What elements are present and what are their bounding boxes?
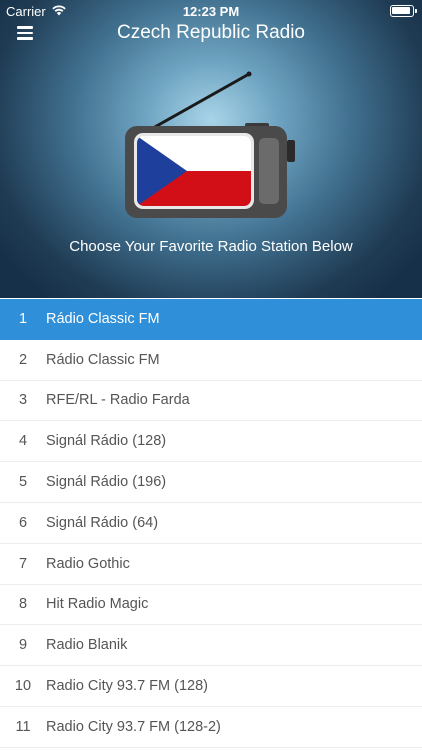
station-row[interactable]: 5 Signál Rádio (196) [0,462,422,503]
station-row[interactable]: 1 Rádio Classic FM [0,299,422,340]
station-number: 7 [18,555,28,572]
station-name: Radio Gothic [46,555,130,572]
station-list: 1 Rádio Classic FM 2 Rádio Classic FM 3 RFE/R… [0,299,422,748]
station-name: Signál Rádio (196) [46,474,167,491]
app-title: Czech Republic Radio [117,22,305,43]
battery-icon [390,5,417,17]
station-number: 4 [18,433,28,450]
station-number: 3 [18,392,28,409]
station-name: RFE/RL - Radio Farda [46,392,190,409]
station-number: 5 [18,474,28,491]
station-row[interactable]: 6 Signál Rádio (64) [0,503,422,544]
station-name: Rádio Classic FM [46,310,160,327]
radio-flag-icon [125,71,295,218]
station-row[interactable]: 3 RFE/RL - Radio Farda [0,381,422,422]
station-name: Hit Radio Magic [46,596,149,613]
subtitle: Choose Your Favorite Radio Station Below [69,238,353,255]
station-name: Signál Rádio (64) [46,514,159,531]
station-name: Radio City 93.7 FM (128) [46,678,208,695]
station-number: 9 [18,637,28,654]
station-name: Radio City 93.7 FM (128-2) [46,718,221,735]
station-name: Rádio Classic FM [46,351,160,368]
station-name: Radio Blanik [46,637,128,654]
station-row[interactable]: 9 Radio Blanik [0,625,422,667]
station-number: 10 [14,678,32,695]
status-bar: Carrier 12:23 PM [0,0,422,22]
station-row[interactable]: 2 Rádio Classic FM [0,340,422,381]
station-row[interactable]: 10 Radio City 93.7 FM (128) [0,666,422,707]
station-number: 11 [15,718,31,735]
station-row[interactable]: 4 Signál Rádio (128) [0,421,422,463]
header: Carrier 12:23 PM Czech Republic Radio Ch… [0,0,422,298]
station-number: 8 [18,596,28,613]
status-time: 12:23 PM [182,4,240,19]
station-number: 6 [18,514,28,531]
station-number: 2 [18,351,28,368]
station-name: Signál Rádio (128) [46,433,167,450]
station-number: 1 [18,310,28,327]
station-row[interactable]: 8 Hit Radio Magic [0,585,422,626]
station-row[interactable]: 7 Radio Gothic [0,544,422,585]
station-row[interactable]: 11 Radio City 93.7 FM (128-2) [0,707,422,748]
